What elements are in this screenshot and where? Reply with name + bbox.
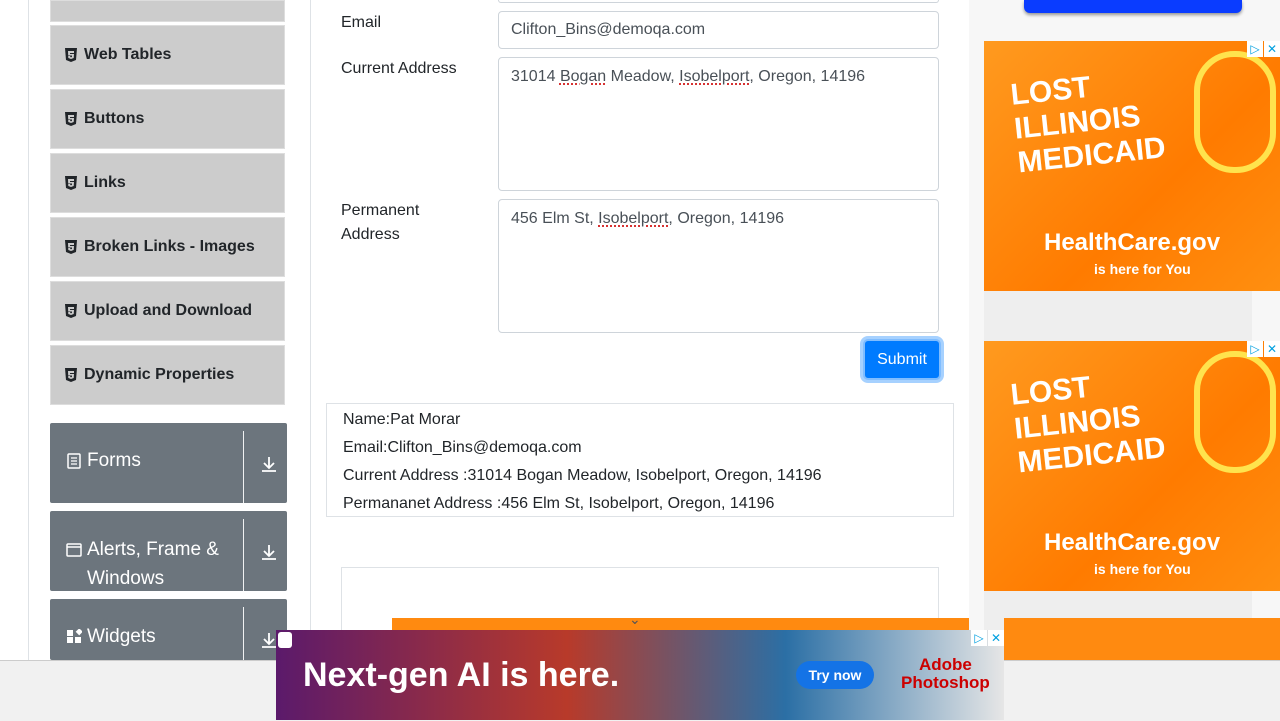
html5-icon bbox=[65, 112, 77, 126]
try-now-button[interactable]: Try now bbox=[796, 661, 874, 689]
ad-brand: HealthCare.gov bbox=[1044, 529, 1220, 557]
group-header: Widgets bbox=[66, 626, 156, 648]
close-icon[interactable]: ✕ bbox=[988, 630, 1004, 646]
output-permanent-address: Permananet Address :456 Elm St, Isobelpo… bbox=[343, 490, 937, 518]
sidebar-group-widgets[interactable]: Widgets bbox=[50, 599, 287, 660]
ad-headline: LOST ILLINOIS MEDICAID bbox=[1009, 364, 1167, 481]
sidebar-item-links[interactable]: Links bbox=[50, 153, 285, 213]
main-divider bbox=[310, 0, 311, 660]
text-segment: 31014 bbox=[511, 68, 560, 85]
sidebar-item-partial[interactable] bbox=[50, 0, 285, 22]
sidebar-item-label: Links bbox=[84, 174, 126, 192]
sidebar-item-buttons[interactable]: Buttons bbox=[50, 89, 285, 149]
close-icon[interactable]: ✕ bbox=[1264, 341, 1280, 357]
widgets-icon bbox=[66, 629, 82, 645]
email-field[interactable]: Clifton_Bins@demoqa.com bbox=[498, 11, 939, 49]
field-partial[interactable] bbox=[498, 0, 939, 3]
text-segment: Meadow, bbox=[606, 68, 679, 85]
permanent-address-label: Permanent Address bbox=[341, 199, 419, 247]
download-icon[interactable] bbox=[260, 455, 278, 473]
sidebar-item-label: Upload and Download bbox=[84, 302, 252, 320]
ad-controls: ▷ ✕ bbox=[1247, 341, 1280, 357]
output-panel: Name:Pat Morar Email:Clifton_Bins@demoqa… bbox=[326, 403, 954, 517]
output-name: Name:Pat Morar bbox=[343, 406, 937, 434]
ad-controls: ▷ ✕ bbox=[971, 630, 1004, 646]
question-mark-graphic bbox=[1194, 51, 1276, 173]
sidebar-item-label: Web Tables bbox=[84, 46, 171, 64]
sidebar-item-label: Broken Links - Images bbox=[84, 238, 255, 256]
html5-icon bbox=[65, 240, 77, 254]
spellcheck-word: Isobelport bbox=[598, 210, 668, 227]
group-separator bbox=[243, 519, 244, 591]
side-ad-1[interactable]: LOST ILLINOIS MEDICAID HealthCare.gov is h… bbox=[984, 41, 1280, 291]
chevron-down-icon[interactable]: ⌄ bbox=[629, 611, 641, 628]
ad-banner-edge bbox=[392, 618, 969, 630]
shield-icon bbox=[278, 632, 292, 648]
current-address-field[interactable]: 31014 Bogan Meadow, Isobelport, Oregon, … bbox=[498, 57, 939, 191]
sidebar-item-label: Buttons bbox=[84, 110, 144, 128]
group-header: Forms bbox=[66, 450, 141, 472]
sidebar-group-forms[interactable]: Forms bbox=[50, 423, 287, 503]
ad-controls: ▷ ✕ bbox=[1247, 41, 1280, 57]
ad-background-strip bbox=[984, 291, 1252, 341]
sidebar-item-label: Dynamic Properties bbox=[84, 366, 234, 384]
text-segment: 456 Elm St, bbox=[511, 210, 598, 227]
question-mark-graphic bbox=[1194, 351, 1276, 473]
html5-icon bbox=[65, 368, 77, 382]
ad-headline: LOST ILLINOIS MEDICAID bbox=[1009, 64, 1167, 181]
html5-icon bbox=[65, 176, 77, 190]
email-label: Email bbox=[341, 11, 381, 35]
sidebar-item-web-tables[interactable]: Web Tables bbox=[50, 25, 285, 85]
sidebar-group-alerts[interactable]: Alerts, Frame & Windows bbox=[50, 511, 287, 591]
close-icon[interactable]: ✕ bbox=[1264, 41, 1280, 57]
output-email: Email:Clifton_Bins@demoqa.com bbox=[343, 434, 937, 462]
adchoices-icon[interactable]: ▷ bbox=[1247, 341, 1263, 357]
ad-headline: Next-gen AI is here. bbox=[303, 656, 619, 695]
form-icon bbox=[66, 453, 82, 469]
ad-brand: HealthCare.gov bbox=[1044, 229, 1220, 257]
download-icon[interactable] bbox=[260, 543, 278, 561]
group-label: Forms bbox=[87, 450, 141, 472]
text-segment: , Oregon, 14196 bbox=[749, 68, 865, 85]
current-address-label: Current Address bbox=[341, 57, 457, 81]
group-header: Alerts, Frame & Windows bbox=[66, 535, 219, 591]
sidebar-item-dynamic-properties[interactable]: Dynamic Properties bbox=[50, 345, 285, 405]
adchoices-icon[interactable]: ▷ bbox=[1247, 41, 1263, 57]
submit-button[interactable]: Submit bbox=[863, 339, 941, 380]
group-label: Alerts, Frame & Windows bbox=[87, 535, 219, 591]
adchoices-icon[interactable]: ▷ bbox=[971, 630, 987, 646]
group-separator bbox=[243, 431, 244, 503]
output-current-address: Current Address :31014 Bogan Meadow, Iso… bbox=[343, 462, 937, 490]
ad-tagline: is here for You bbox=[1094, 561, 1191, 577]
html5-icon bbox=[65, 304, 77, 318]
spellcheck-word: Bogan bbox=[560, 68, 606, 85]
side-ad-2[interactable]: LOST ILLINOIS MEDICAID HealthCare.gov is h… bbox=[984, 341, 1280, 591]
ad-banner-edge bbox=[1004, 618, 1280, 660]
window-icon bbox=[66, 542, 82, 558]
html5-icon bbox=[65, 48, 77, 62]
group-label: Widgets bbox=[87, 626, 156, 648]
ad-tagline: is here for You bbox=[1094, 261, 1191, 277]
ad-button-partial[interactable] bbox=[1024, 0, 1242, 13]
ad-brand: Adobe Photoshop bbox=[901, 656, 990, 692]
sidebar-item-upload-download[interactable]: Upload and Download bbox=[50, 281, 285, 341]
text-segment: , Oregon, 14196 bbox=[668, 210, 784, 227]
spellcheck-word: Isobelport bbox=[679, 68, 749, 85]
left-divider bbox=[28, 0, 29, 660]
sidebar-item-broken-links[interactable]: Broken Links - Images bbox=[50, 217, 285, 277]
bottom-banner-ad[interactable]: Next-gen AI is here. Try now Adobe Photos… bbox=[276, 630, 1004, 720]
permanent-address-field[interactable]: 456 Elm St, Isobelport, Oregon, 14196 bbox=[498, 199, 939, 333]
group-separator bbox=[243, 607, 244, 660]
